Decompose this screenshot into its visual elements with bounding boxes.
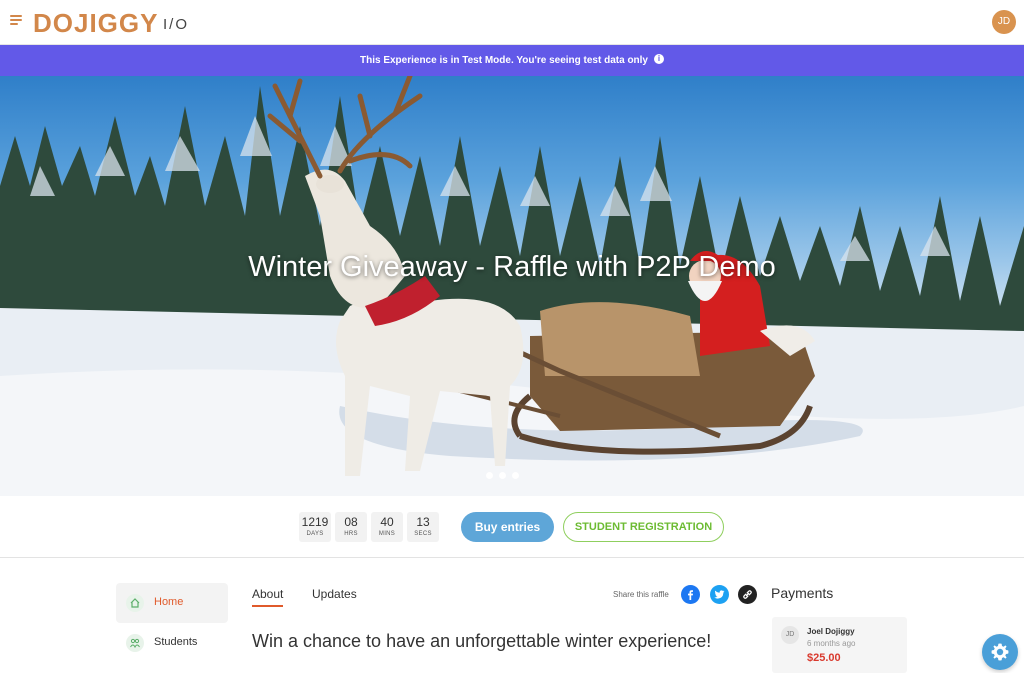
top-header: DOJIGGY I/O JD — [0, 0, 1024, 45]
carousel-dot-1[interactable] — [486, 472, 493, 479]
tab-updates[interactable]: Updates — [312, 587, 357, 601]
student-registration-button[interactable]: STUDENT REGISTRATION — [563, 512, 724, 542]
sidebar-item-home[interactable]: Home — [116, 583, 228, 623]
payer-avatar: JD — [781, 626, 799, 644]
countdown-row: 1219 DAYS 08 HRS 40 MINS 13 SECS Buy ent… — [0, 496, 1024, 558]
hero-image — [0, 76, 1024, 496]
facebook-icon[interactable] — [681, 585, 700, 604]
sidebar-item-label: Home — [154, 596, 184, 608]
logo-suffix: I/O — [163, 16, 190, 33]
countdown-secs: 13 SECS — [407, 512, 439, 542]
students-icon — [126, 634, 144, 652]
countdown-days-value: 1219 — [301, 515, 329, 529]
countdown-mins: 40 MINS — [371, 512, 403, 542]
payment-amount: $25.00 — [807, 652, 841, 664]
countdown-days-label: DAYS — [306, 531, 324, 537]
countdown-mins-label: MINS — [378, 531, 396, 537]
tab-about[interactable]: About — [252, 587, 284, 607]
countdown-days: 1219 DAYS — [299, 512, 331, 542]
hero-banner: Winter Giveaway - Raffle with P2P Demo — [0, 76, 1024, 496]
content-headline: Win a chance to have an unforgettable wi… — [252, 631, 712, 651]
hero-title: Winter Giveaway - Raffle with P2P Demo — [248, 251, 776, 283]
test-mode-text: This Experience is in Test Mode. You're … — [359, 55, 648, 66]
countdown-secs-label: SECS — [414, 531, 432, 537]
countdown-hrs-label: HRS — [344, 531, 358, 537]
payments-title: Payments — [771, 585, 834, 601]
logo[interactable]: DOJIGGY — [33, 8, 158, 39]
carousel-dot-3[interactable] — [512, 472, 519, 479]
countdown-mins-value: 40 — [380, 515, 394, 529]
payment-time: 6 months ago — [807, 639, 856, 648]
countdown-hrs-value: 08 — [344, 515, 358, 529]
sidebar-item-label: Students — [154, 636, 198, 648]
carousel-dots — [486, 466, 525, 484]
test-mode-banner: This Experience is in Test Mode. You're … — [0, 45, 1024, 76]
info-icon[interactable]: i — [654, 54, 664, 65]
share-label: Share this raffle — [613, 590, 669, 599]
user-avatar[interactable]: JD — [992, 10, 1016, 34]
payment-item: JD Joel Dojiggy 6 months ago $25.00 — [772, 617, 907, 673]
countdown-secs-value: 13 — [416, 515, 430, 529]
buy-entries-button[interactable]: Buy entries — [461, 512, 554, 542]
sidebar-item-students[interactable]: Students — [116, 625, 228, 661]
link-icon[interactable] — [738, 585, 757, 604]
menu-icon[interactable] — [10, 14, 24, 26]
home-icon — [126, 594, 144, 612]
settings-gear-icon[interactable] — [982, 634, 1018, 670]
payer-name: Joel Dojiggy — [807, 627, 855, 636]
countdown-hrs: 08 HRS — [335, 512, 367, 542]
twitter-icon[interactable] — [710, 585, 729, 604]
carousel-dot-2[interactable] — [499, 472, 506, 479]
